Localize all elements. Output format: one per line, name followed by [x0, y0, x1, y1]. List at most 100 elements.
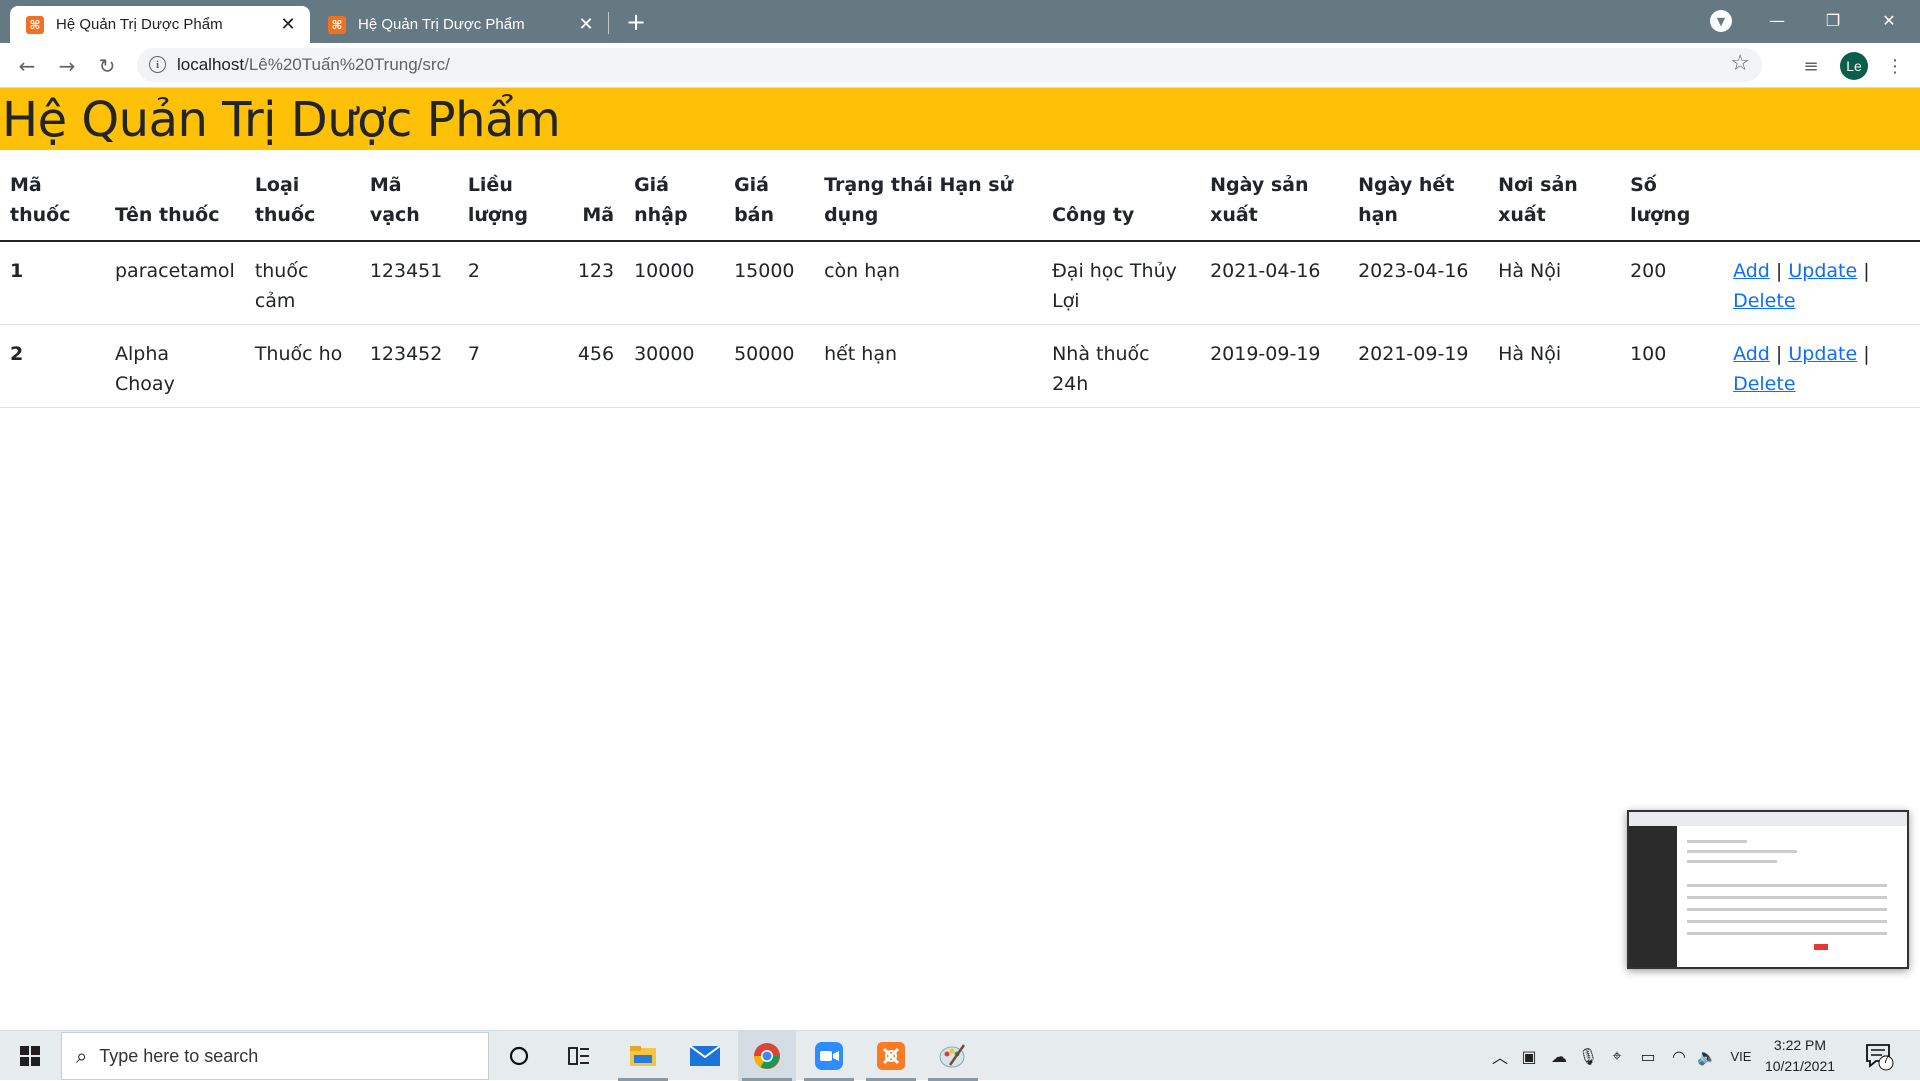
paint-icon[interactable]	[924, 1031, 982, 1081]
reload-icon[interactable]: ↻	[92, 51, 122, 81]
cell-trang-thai: hết hạn	[814, 324, 1043, 408]
menu-dots-icon[interactable]: ⋮	[1880, 51, 1910, 81]
reading-list-icon[interactable]: ≡	[1796, 51, 1826, 81]
tab-search-chevron-icon[interactable]: ▼	[1710, 10, 1732, 32]
cell-ma-thuoc: 1	[0, 241, 105, 325]
show-hidden-icons-chevron-icon[interactable]: ︿	[1488, 1031, 1512, 1081]
page-header: Hệ Quản Trị Dược Phẩm	[0, 88, 1920, 150]
forward-arrow-icon[interactable]: →	[52, 51, 82, 81]
link-separator: |	[1863, 343, 1870, 365]
mail-icon[interactable]	[676, 1031, 734, 1081]
cell-actions: Add | Update | Delete	[1723, 241, 1920, 325]
thumbnail-line	[1687, 932, 1887, 935]
col-trang-thai: Trạng thái Hạn sử dụng	[814, 150, 1043, 242]
link-separator: |	[1775, 343, 1783, 365]
microphone-icon[interactable]: 🎙	[1576, 1031, 1600, 1081]
thumbnail-line	[1687, 860, 1777, 863]
col-ma: Mã	[567, 150, 625, 242]
restore-icon[interactable]: ❐	[1810, 0, 1856, 40]
thumbnail-line	[1687, 840, 1747, 843]
address-toolbar: ← → ↻ i localhost/Lê%20Tuấn%20Trung/src/…	[0, 43, 1920, 88]
link-separator: |	[1775, 260, 1783, 282]
site-info-icon[interactable]: i	[149, 56, 166, 73]
meet-now-icon[interactable]: ▣	[1516, 1031, 1542, 1081]
window-preview-thumbnail[interactable]	[1627, 810, 1909, 969]
file-explorer-icon[interactable]	[614, 1031, 672, 1081]
thumbnail-sidebar	[1629, 826, 1677, 967]
delete-link[interactable]: Delete	[1733, 373, 1795, 395]
col-lieu-luong: Liều lượng	[457, 150, 568, 242]
volume-icon[interactable]: 🔈	[1694, 1031, 1720, 1081]
cell-ma-thuoc: 2	[0, 324, 105, 408]
url-host: localhost	[177, 55, 245, 74]
cell-so-luong: 100	[1620, 324, 1724, 408]
update-link[interactable]: Update	[1788, 343, 1857, 365]
col-ten-thuoc: Tên thuốc	[105, 150, 245, 242]
col-ma-thuoc: Mã thuốc	[0, 150, 105, 242]
tab-active[interactable]: ⌘ Hệ Quản Trị Dược Phẩm ✕	[10, 6, 310, 43]
close-icon[interactable]: ✕	[276, 13, 300, 37]
browser-tab-strip: ⌘ Hệ Quản Trị Dược Phẩm ✕ ⌘ Hệ Quản Trị …	[0, 0, 1920, 43]
cell-gia-nhap: 30000	[624, 324, 725, 408]
thumbnail-red-button	[1814, 944, 1828, 950]
cell-gia-ban: 50000	[724, 324, 815, 408]
tab-inactive[interactable]: ⌘ Hệ Quản Trị Dược Phẩm ✕	[312, 6, 608, 43]
thumbnail-line	[1687, 908, 1887, 911]
notification-count: 7	[1882, 1054, 1890, 1066]
cell-noi-san-xuat: Hà Nội	[1488, 324, 1621, 408]
cell-ma: 456	[567, 324, 625, 408]
profile-avatar[interactable]: Le	[1840, 52, 1868, 80]
cell-trang-thai: còn hạn	[814, 241, 1043, 325]
delete-link[interactable]: Delete	[1733, 290, 1795, 312]
cortana-icon[interactable]	[490, 1031, 548, 1081]
notification-center-icon[interactable]: 7	[1864, 1041, 1894, 1071]
minimize-icon[interactable]: —	[1754, 0, 1800, 40]
start-button[interactable]	[0, 1031, 60, 1081]
col-so-luong: Số lượng	[1620, 150, 1724, 242]
update-link[interactable]: Update	[1788, 260, 1857, 282]
xampp-favicon-icon: ⌘	[26, 15, 44, 34]
onedrive-cloud-icon[interactable]: ☁	[1546, 1031, 1572, 1081]
cell-cong-ty: Đại học Thủy Lợi	[1042, 241, 1201, 325]
clock-date: 10/21/2021	[1764, 1058, 1836, 1074]
cell-gia-nhap: 10000	[624, 241, 725, 325]
location-icon[interactable]: ⌖	[1604, 1031, 1630, 1081]
tab-title: Hệ Quản Trị Dược Phẩm	[56, 16, 223, 33]
close-icon[interactable]: ✕	[574, 13, 598, 37]
col-gia-ban: Giá bán	[724, 150, 815, 242]
zoom-icon[interactable]	[800, 1031, 858, 1081]
col-ma-vach: Mã vạch	[359, 150, 458, 242]
task-view-icon[interactable]	[550, 1031, 608, 1081]
thumbnail-line	[1687, 896, 1887, 899]
battery-icon[interactable]: ▭	[1634, 1031, 1662, 1081]
thumbnail-line	[1687, 884, 1887, 887]
back-arrow-icon[interactable]: ←	[12, 51, 42, 81]
cell-noi-san-xuat: Hà Nội	[1488, 241, 1621, 325]
clock-time: 3:22 PM	[1773, 1037, 1827, 1053]
taskbar-search-box[interactable]: ⌕ Type here to search	[61, 1032, 489, 1080]
bookmark-star-icon[interactable]: ☆	[1730, 51, 1750, 76]
windows-logo-icon	[20, 1046, 40, 1066]
url-text[interactable]: localhost/Lê%20Tuấn%20Trung/src/	[177, 55, 450, 75]
input-language[interactable]: VIE	[1724, 1031, 1758, 1081]
cell-loai-thuoc: thuốc cảm	[244, 241, 360, 325]
omnibox[interactable]: i localhost/Lê%20Tuấn%20Trung/src/ ☆	[137, 48, 1762, 82]
page-title: Hệ Quản Trị Dược Phẩm	[2, 92, 561, 148]
chrome-icon[interactable]	[738, 1031, 796, 1081]
cell-cong-ty: Nhà thuốc 24h	[1042, 324, 1201, 408]
clock[interactable]: 3:22 PM 10/21/2021	[1760, 1035, 1840, 1077]
cell-ten-thuoc: paracetamol	[105, 241, 245, 325]
medicine-table: Mã thuốc Tên thuốc Loại thuốc Mã vạch Liều l…	[0, 150, 1920, 408]
col-gia-nhap: Giá nhập	[624, 150, 725, 242]
table-header-row: Mã thuốc Tên thuốc Loại thuốc Mã vạch Liều l…	[0, 150, 1920, 242]
wifi-icon[interactable]: ◠	[1666, 1031, 1692, 1081]
new-tab-plus-icon[interactable]: +	[622, 8, 650, 36]
search-icon: ⌕	[76, 1044, 88, 1068]
cell-ma: 123	[567, 241, 625, 325]
window-close-icon[interactable]: ✕	[1866, 0, 1912, 40]
xampp-icon[interactable]	[862, 1031, 920, 1081]
add-link[interactable]: Add	[1733, 260, 1770, 282]
add-link[interactable]: Add	[1733, 343, 1770, 365]
table-row: 1 paracetamol thuốc cảm 123451 2 123 100…	[0, 241, 1920, 325]
cell-loai-thuoc: Thuốc ho	[244, 324, 360, 408]
